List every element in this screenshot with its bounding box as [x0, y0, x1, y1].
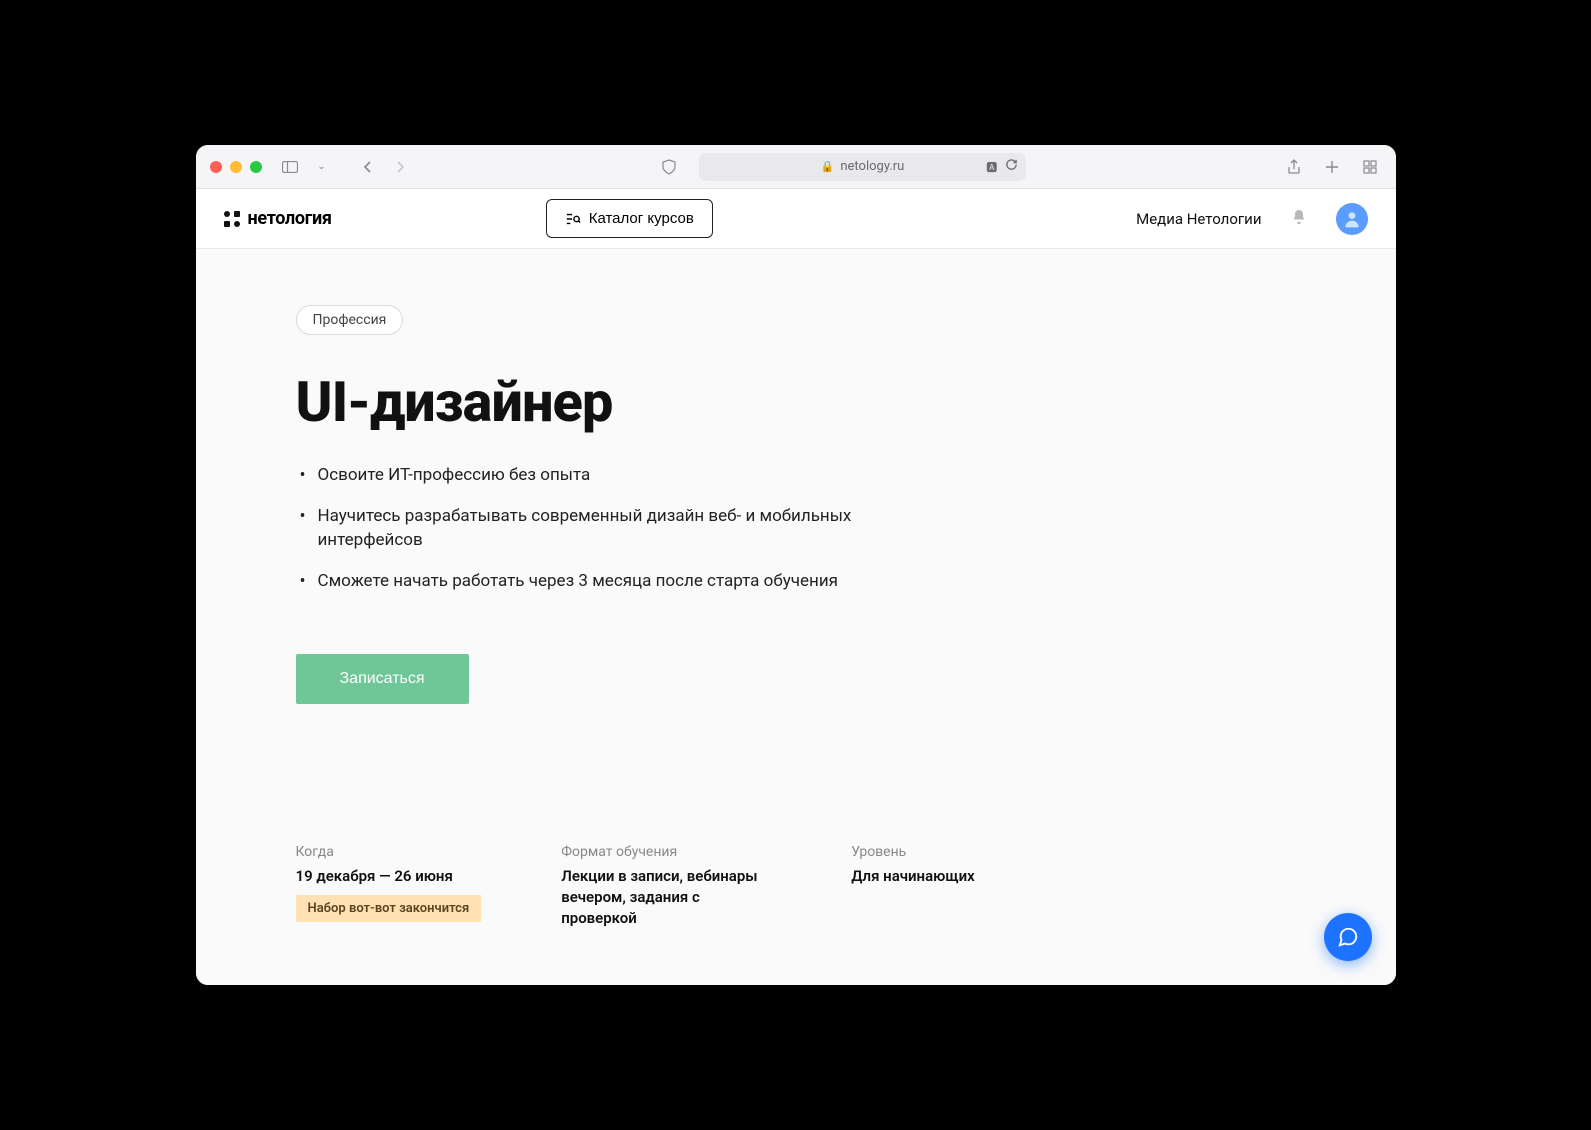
traffic-lights	[210, 161, 262, 173]
url-text: netology.ru	[840, 159, 904, 174]
feature-bullets: Освоите ИТ-профессию без опыта Научитесь…	[296, 463, 856, 594]
info-when: Когда 19 декабря — 26 июня Набор вот-вот…	[296, 844, 482, 929]
new-tab-icon[interactable]	[1320, 155, 1344, 179]
browser-window: ⌄ 🔒 netology.ru 🅰	[196, 145, 1396, 985]
info-label: Уровень	[851, 844, 975, 860]
sidebar-toggle-icon[interactable]	[278, 155, 302, 179]
avatar[interactable]	[1336, 203, 1368, 235]
shield-icon[interactable]	[657, 155, 681, 179]
info-format: Формат обучения Лекции в записи, вебинар…	[561, 844, 771, 929]
bullet-item: Научитесь разрабатывать современный диза…	[296, 504, 856, 553]
svg-text:UI design · UI design · UI des: UI design · UI design · UI design · UI d…	[959, 619, 1091, 751]
maximize-window-button[interactable]	[250, 161, 262, 173]
chevron-down-icon[interactable]: ⌄	[310, 155, 334, 179]
enrollment-warning-badge: Набор вот-вот закончится	[296, 895, 482, 922]
info-value: Для начинающих	[851, 866, 975, 887]
media-link[interactable]: Медиа Нетологии	[1136, 210, 1261, 228]
page-title: UI-дизайнер	[296, 369, 1396, 435]
circular-text-badge: UI design · UI design · UI design · UI d…	[956, 615, 1096, 755]
bell-icon[interactable]	[1290, 208, 1308, 230]
info-label: Формат обучения	[561, 844, 771, 860]
info-label: Когда	[296, 844, 482, 860]
reader-icon[interactable]: 🅰	[986, 159, 997, 175]
lock-icon: 🔒	[821, 160, 835, 173]
forward-button[interactable]	[388, 155, 412, 179]
info-level: Уровень Для начинающих	[851, 844, 975, 929]
chat-fab[interactable]	[1324, 913, 1372, 961]
logo-icon	[224, 211, 240, 227]
enroll-button[interactable]: Записаться	[296, 654, 469, 704]
page-content: нетология Каталог курсов Медиа Нетологии	[196, 189, 1396, 985]
hero-section: UI design · UI design · UI design · UI d…	[196, 249, 1396, 985]
address-bar[interactable]: 🔒 netology.ru 🅰	[699, 153, 1027, 181]
info-row: Когда 19 декабря — 26 июня Набор вот-вот…	[296, 844, 975, 929]
list-search-icon	[565, 211, 581, 227]
chat-icon	[1337, 926, 1359, 948]
browser-toolbar: ⌄ 🔒 netology.ru 🅰	[196, 145, 1396, 189]
tabs-overview-icon[interactable]	[1358, 155, 1382, 179]
share-icon[interactable]	[1282, 155, 1306, 179]
person-icon	[1342, 209, 1362, 229]
logo-text: нетология	[248, 208, 332, 229]
bullet-item: Сможете начать работать через 3 месяца п…	[296, 569, 856, 594]
info-value: Лекции в записи, вебинары вечером, задан…	[561, 866, 771, 929]
catalog-button-label: Каталог курсов	[589, 210, 694, 227]
category-badge: Профессия	[296, 305, 404, 335]
site-header: нетология Каталог курсов Медиа Нетологии	[196, 189, 1396, 249]
back-button[interactable]	[356, 155, 380, 179]
bullet-item: Освоите ИТ-профессию без опыта	[296, 463, 856, 488]
refresh-icon[interactable]	[1005, 158, 1018, 175]
close-window-button[interactable]	[210, 161, 222, 173]
logo[interactable]: нетология	[224, 208, 332, 229]
minimize-window-button[interactable]	[230, 161, 242, 173]
catalog-button[interactable]: Каталог курсов	[546, 199, 713, 238]
info-value: 19 декабря — 26 июня	[296, 866, 482, 887]
